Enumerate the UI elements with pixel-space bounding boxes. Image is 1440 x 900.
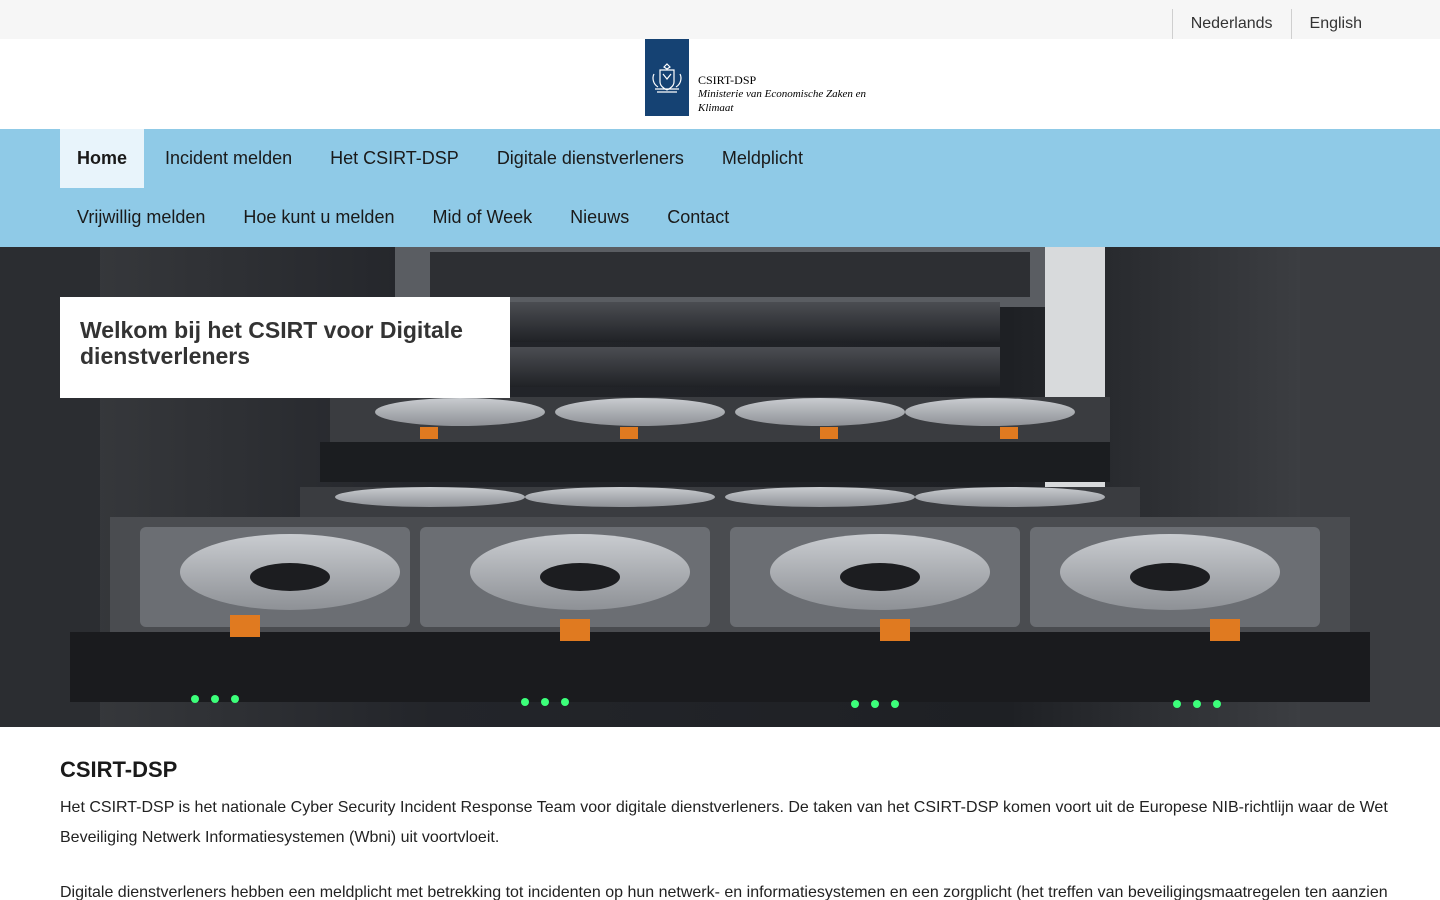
nav-item-vrijwillig-melden[interactable]: Vrijwillig melden [60,188,222,247]
language-bar: Nederlands English [0,0,1440,39]
nav-row-2: Vrijwillig melden Hoe kunt u melden Mid … [60,188,750,247]
nav-item-digitale-dienstverleners[interactable]: Digitale dienstverleners [480,129,701,188]
logo-ministry: Ministerie van Economische Zaken en [698,88,867,100]
nav-item-incident-melden[interactable]: Incident melden [148,129,309,188]
language-link-english[interactable]: English [1290,9,1380,39]
main-navigation: Home Incident melden Het CSIRT-DSP Digit… [0,129,1440,247]
hero-title: Welkom bij het CSIRT voor Digitale diens… [80,317,463,369]
hero-title-box: Welkom bij het CSIRT voor Digitale diens… [60,297,510,398]
language-link-nederlands[interactable]: Nederlands [1171,9,1291,39]
site-header: CSIRT-DSP Ministerie van Economische Zak… [0,39,1440,129]
nav-item-meldplicht[interactable]: Meldplicht [705,129,820,188]
nav-item-hoe-kunt-u-melden[interactable]: Hoe kunt u melden [226,188,411,247]
language-list: Nederlands English [1171,9,1380,39]
hero-banner: Welkom bij het CSIRT voor Digitale diens… [0,247,1440,727]
second-paragraph: Digitale dienstverleners hebben een meld… [60,884,1388,900]
nav-item-mid-of-week[interactable]: Mid of Week [415,188,549,247]
dutch-coat-of-arms-icon [652,62,682,93]
page-title: CSIRT-DSP [60,757,178,782]
nav-item-het-csirt-dsp[interactable]: Het CSIRT-DSP [313,129,476,188]
nav-row-1: Home Incident melden Het CSIRT-DSP Digit… [60,129,824,188]
nav-item-home[interactable]: Home [60,129,145,188]
nav-item-contact[interactable]: Contact [650,188,746,247]
logo-text: CSIRT-DSP Ministerie van Economische Zak… [698,73,888,115]
logo-site-name: CSIRT-DSP [698,73,757,87]
logo-ministry-cont: Klimaat [698,102,734,114]
intro-paragraph: Het CSIRT-DSP is het nationale Cyber Sec… [60,799,1388,846]
nav-item-nieuws[interactable]: Nieuws [553,188,646,247]
main-content: CSIRT-DSP Het CSIRT-DSP is het nationale… [60,755,1390,900]
government-logo[interactable] [645,39,689,116]
